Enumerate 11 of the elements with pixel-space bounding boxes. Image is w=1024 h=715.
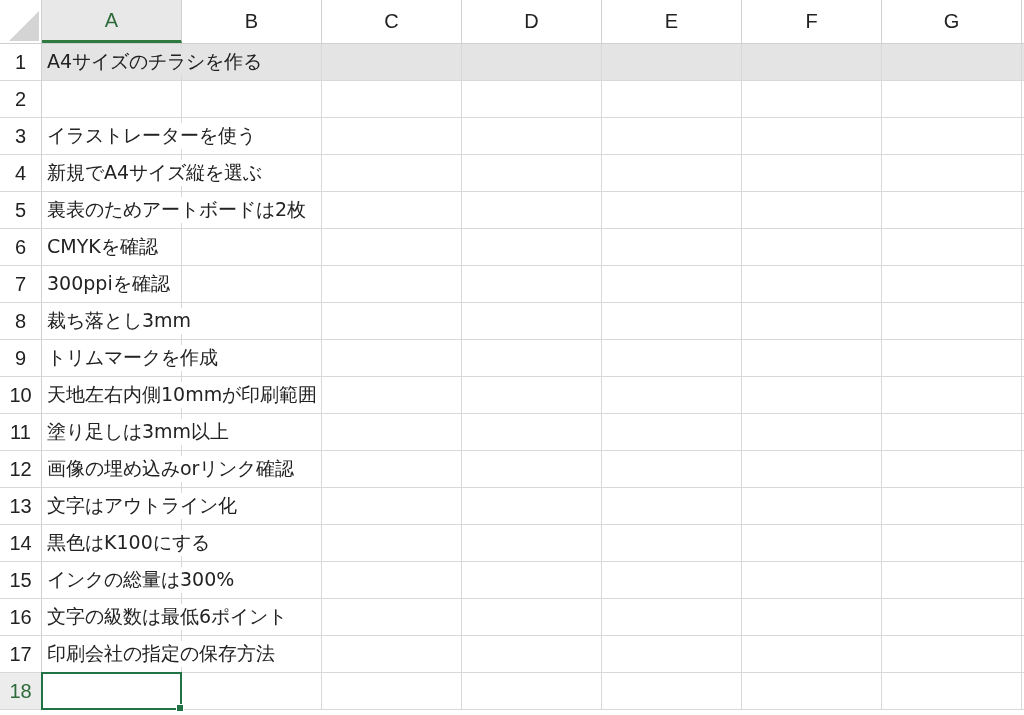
column-header[interactable]: F <box>742 0 882 43</box>
column-header[interactable]: G <box>882 0 1022 43</box>
column-header[interactable]: E <box>602 0 742 43</box>
row-header[interactable]: 1 <box>0 44 42 80</box>
corner-triangle-icon <box>9 11 39 41</box>
column-header[interactable]: A <box>42 0 182 43</box>
column-header[interactable]: B <box>182 0 322 43</box>
column-header[interactable]: D <box>462 0 602 43</box>
column-header[interactable]: C <box>322 0 462 43</box>
row-header[interactable]: 18 <box>0 673 42 709</box>
active-cell[interactable] <box>41 672 182 710</box>
